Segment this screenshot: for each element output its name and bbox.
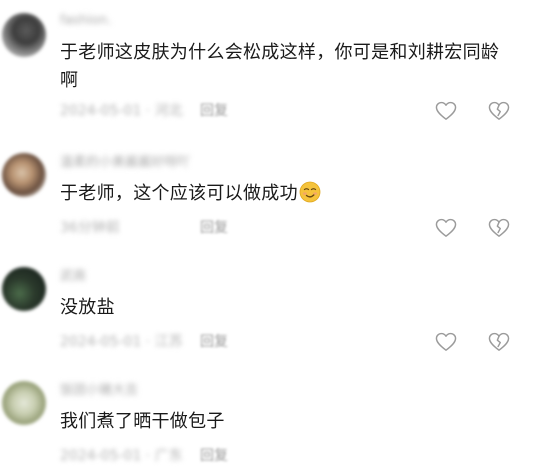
comment-meta: 2024-05-01 · 河北	[60, 103, 183, 119]
smirk-emoji-icon	[299, 181, 321, 203]
comment-item: fashion. 于老师这皮肤为什么会松成这样，你可是和刘耕宏同龄啊 2024-…	[0, 0, 533, 130]
broken-heart-icon[interactable]	[488, 218, 510, 238]
comment-text: 于老师，这个应该可以做成功	[60, 180, 520, 208]
heart-outline-icon[interactable]	[435, 218, 457, 238]
reply-button[interactable]: 回复	[200, 334, 228, 350]
avatar[interactable]	[2, 13, 46, 57]
reply-button[interactable]: 回复	[200, 448, 228, 464]
username[interactable]: 温柔的小美酱酱好呀吖	[60, 156, 190, 170]
comment-list: fashion. 于老师这皮肤为什么会松成这样，你可是和刘耕宏同龄啊 2024-…	[0, 0, 533, 476]
username[interactable]: 饭团小猪大吉	[60, 384, 138, 398]
comment-item: 温柔的小美酱酱好呀吖 于老师，这个应该可以做成功 36分钟前 回复	[0, 148, 533, 248]
comment-item: 饭团小猪大吉 我们煮了晒干做包子 2024-05-01 · 广东 回复	[0, 376, 533, 476]
broken-heart-icon[interactable]	[488, 101, 510, 121]
comment-text: 没放盐	[60, 297, 115, 318]
comment-item: 武商 没放盐 2024-05-01 · 江苏 回复	[0, 262, 533, 362]
heart-outline-icon[interactable]	[435, 332, 457, 352]
reply-button[interactable]: 回复	[200, 220, 228, 236]
avatar[interactable]	[2, 381, 46, 425]
comment-meta: 36分钟前	[60, 220, 120, 236]
comment-meta: 2024-05-01 · 广东	[60, 448, 183, 464]
username[interactable]: 武商	[60, 270, 86, 284]
comment-text-content: 于老师，这个应该可以做成功	[60, 183, 298, 204]
comment-meta: 2024-05-01 · 江苏	[60, 334, 183, 350]
username[interactable]: fashion.	[60, 14, 112, 28]
avatar[interactable]	[2, 267, 46, 311]
reply-button[interactable]: 回复	[200, 103, 228, 119]
avatar[interactable]	[2, 153, 46, 197]
broken-heart-icon[interactable]	[488, 332, 510, 352]
comment-text: 我们煮了晒干做包子	[60, 411, 225, 432]
comment-text: 于老师这皮肤为什么会松成这样，你可是和刘耕宏同龄啊	[60, 42, 500, 91]
heart-outline-icon[interactable]	[435, 101, 457, 121]
